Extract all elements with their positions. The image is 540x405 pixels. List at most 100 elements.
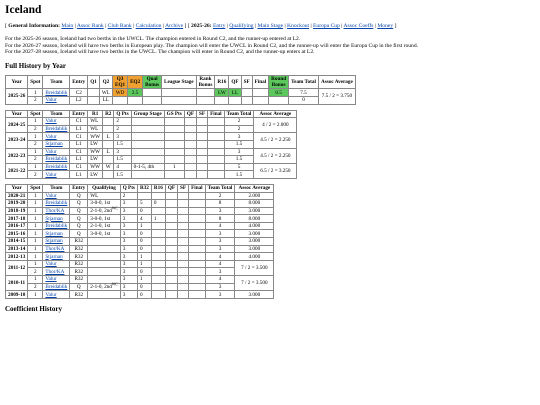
sf-cell [177, 244, 190, 254]
nav-link-general-main[interactable]: Main [61, 23, 73, 29]
q-pts-cell: 3 [119, 199, 138, 208]
team-link-breidablik[interactable]: Breidablik [45, 200, 67, 206]
team-link-valur[interactable]: Valur [45, 97, 56, 103]
team-link-valur[interactable]: Valur [45, 172, 56, 178]
team-link-stjarnan[interactable]: Stjarnan [45, 231, 62, 237]
team-total-cell: 3 [204, 237, 236, 246]
final-cell [207, 155, 225, 164]
sf-cell [240, 95, 253, 105]
r32-cell: 0 [136, 206, 152, 216]
nav-link-general-assoc-rank[interactable]: Assoc Rank [77, 23, 104, 29]
column-header-team-total: Team Total [223, 109, 255, 119]
nav-link-season-qualifying[interactable]: Qualifying [229, 23, 253, 29]
q-pts-cell: 3 [119, 221, 138, 231]
team-cell: Valur [42, 117, 71, 126]
table-row: 2 Breidablik L1 WL 2 2 [6, 124, 297, 134]
qualifying-cell [87, 290, 121, 299]
qf-cell [183, 162, 198, 172]
column-header-q-pts: Q Pts [119, 183, 138, 193]
nav-link-general-calculation[interactable]: Calculation [136, 23, 162, 29]
team-total-cell: 5 [223, 162, 255, 172]
team-link-valur[interactable]: Valur [45, 261, 56, 267]
column-header-sf: SF [240, 74, 253, 90]
final-cell [188, 214, 206, 223]
sf-cell [177, 259, 190, 269]
team-cell: Valur [42, 275, 71, 284]
spot-cell: 1 [27, 162, 44, 172]
team-link-valur[interactable]: Valur [45, 149, 56, 155]
r1-cell: WL [87, 124, 104, 134]
team-link-stjarnan[interactable]: Stjarnan [45, 141, 62, 147]
nav-link-general-club-rank[interactable]: Club Rank [108, 23, 132, 29]
r1-cell: LW [87, 155, 104, 164]
qual-bonus-cell [142, 95, 163, 105]
nav-link-season-main-stage[interactable]: Main Stage [257, 23, 283, 29]
sf-cell [196, 147, 209, 157]
team-link-valur[interactable]: Valur [45, 134, 56, 140]
column-header-entry: Entry [69, 109, 89, 119]
column-header-spot: Spot [27, 183, 44, 193]
entry-cell: R32 [69, 252, 89, 261]
column-header-final: Final [207, 109, 225, 119]
team-link-thor-ka[interactable]: Thor/KA [45, 246, 64, 252]
nav-link-season-assoc-coeffs[interactable]: Assoc Coeffs [344, 23, 374, 29]
team-link-valur[interactable]: Valur [45, 276, 56, 282]
sf-cell [177, 267, 190, 277]
team-link-breidablik[interactable]: Breidablik [45, 164, 67, 170]
sf-cell [196, 117, 209, 126]
entry-cell: R32 [69, 244, 89, 254]
team-link-breidablik[interactable]: Breidablik [45, 223, 67, 229]
q2-cell: LL [98, 95, 113, 105]
table-row: 2 Stjarnan L1 LW 1.5 1.5 [6, 139, 297, 149]
team-link-thor-ka[interactable]: Thor/KA [45, 208, 64, 214]
table-row: 2019-20 1 Breidablik Q 3-0-0, 1st 3 5 0 8 8.000 [4, 199, 275, 208]
qualifying-cell: 3-0-0, 1st [87, 229, 121, 239]
column-header-r2: R2 [102, 109, 115, 119]
team-link-stjarnan[interactable]: Stjarnan [45, 254, 62, 260]
assoc-average-cell: 7 / 2 = 3.500 [234, 259, 275, 277]
nav-link-general-archive[interactable]: Archive [165, 23, 183, 29]
nav-link-season-knockout[interactable]: Knockout [287, 23, 309, 29]
column-header-q-pts: Q Pts [113, 109, 132, 119]
team-link-breidablik[interactable]: Breidablik [45, 284, 67, 290]
team-link-valur[interactable]: Valur [45, 292, 56, 298]
r16-cell [150, 282, 166, 292]
column-header-team: Team [42, 74, 71, 90]
r16-cell [150, 191, 166, 201]
wildcard-marker: WC [111, 282, 118, 287]
team-link-breidablik[interactable]: Breidablik [45, 126, 67, 132]
eq2-cell [127, 95, 144, 105]
column-header-team: Team [42, 183, 71, 193]
nav-link-season-europa-cup[interactable]: Europa Cup [313, 23, 340, 29]
team-link-breidablik[interactable]: Breidablik [45, 90, 67, 96]
assoc-average-cell: 7.5 / 2 = 3.750 [317, 88, 356, 105]
sf-cell [177, 199, 190, 208]
r16-cell [150, 244, 166, 254]
team-link-stjarnan[interactable]: Stjarnan [45, 216, 62, 222]
column-header-r32: R32 [136, 183, 152, 193]
r1-cell: WW [87, 132, 104, 141]
team-link-valur[interactable]: Valur [45, 193, 56, 199]
final-cell [207, 147, 225, 157]
team-total-cell: 1.5 [223, 155, 255, 164]
team-link-stjarnan[interactable]: Stjarnan [45, 238, 62, 244]
entry-cell: Q [69, 221, 89, 231]
team-link-breidablik[interactable]: Breidablik [45, 156, 67, 162]
assoc-average-cell: 3.000 [234, 229, 275, 239]
team-link-thor-ka[interactable]: Thor/KA [45, 269, 64, 275]
r16-cell [150, 229, 166, 239]
spot-cell: 1 [27, 221, 44, 231]
qf-cell [164, 214, 179, 223]
final-cell [207, 124, 225, 134]
final-cell [188, 282, 206, 292]
round-bonus-cell: 0.5 [268, 88, 290, 97]
final-cell [188, 267, 206, 277]
sf-cell [196, 170, 209, 179]
spot-cell: 2 [27, 155, 44, 164]
qf-cell [183, 139, 198, 149]
entry-cell: R32 [69, 259, 89, 269]
nav-link-season-entry[interactable]: Entry [213, 23, 225, 29]
nav-link-season-money[interactable]: Money [377, 23, 393, 29]
team-link-valur[interactable]: Valur [45, 118, 56, 124]
gs-pts-cell: 1 [163, 162, 185, 172]
